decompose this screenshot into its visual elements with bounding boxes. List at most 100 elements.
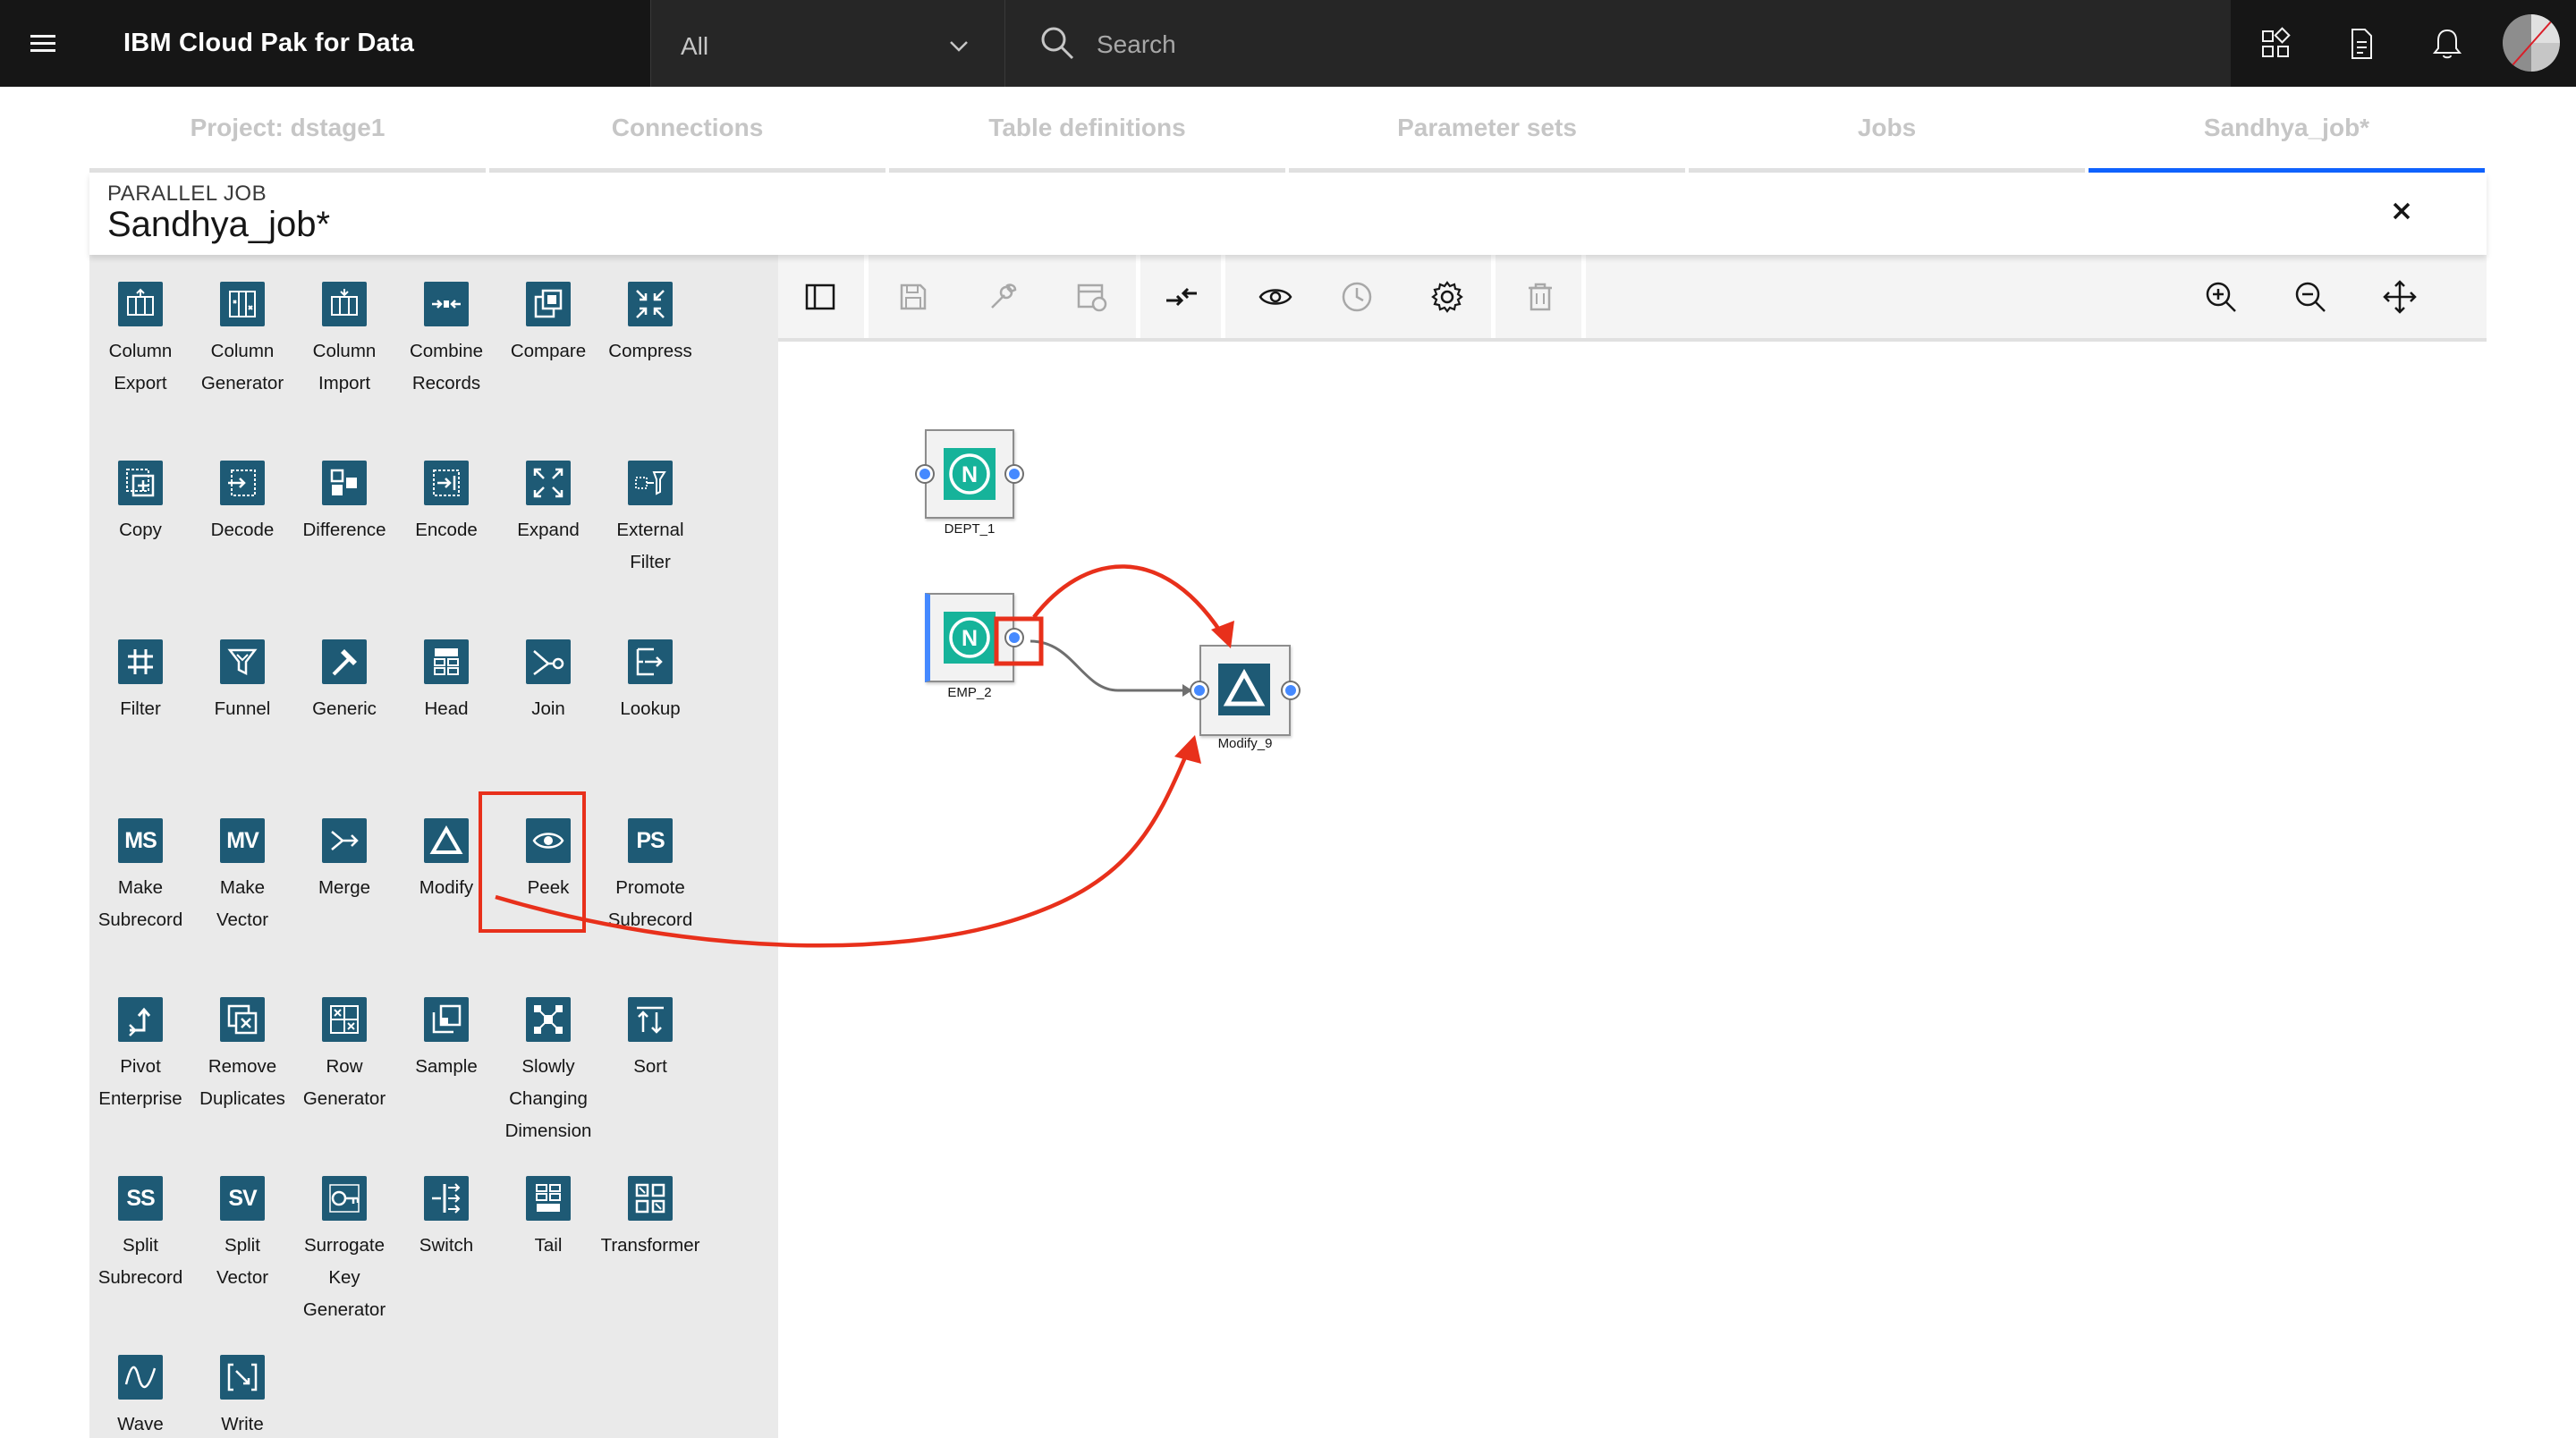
connector-letter: N <box>962 626 978 651</box>
tab-sandhya-job[interactable]: Sandhya_job* <box>2089 87 2485 173</box>
palette-item-compress[interactable]: Compress <box>599 282 701 368</box>
palette-item-column-export[interactable]: Column Export <box>89 282 191 400</box>
palette-item-filter[interactable]: Filter <box>89 639 191 725</box>
tab-table-definitions[interactable]: Table definitions <box>889 87 1285 173</box>
palette-item-label: Decode <box>210 520 275 540</box>
output-port[interactable] <box>1006 466 1022 482</box>
tab-jobs[interactable]: Jobs <box>1689 87 2085 173</box>
output-port[interactable] <box>1283 682 1299 698</box>
output-port[interactable] <box>1006 630 1022 646</box>
column-import-icon <box>322 282 367 326</box>
view-button[interactable] <box>1253 275 1298 319</box>
palette-item-label: Pivot <box>120 1056 161 1077</box>
palette-item-label: Column <box>210 341 275 361</box>
toggle-palette-button[interactable] <box>798 275 843 319</box>
palette-item-sample[interactable]: Sample <box>395 997 497 1083</box>
palette-item-slowly-changing-dimension[interactable]: Slowly Changing Dimension <box>497 997 599 1147</box>
close-icon <box>2393 202 2411 220</box>
tab-parameter-sets[interactable]: Parameter sets <box>1289 87 1685 173</box>
zoom-out-button[interactable] <box>2288 275 2333 319</box>
input-port[interactable] <box>917 466 933 482</box>
link-emp2-modify9[interactable] <box>1030 639 1189 692</box>
delete-button[interactable] <box>1518 275 1563 319</box>
stage-node-modify-9[interactable] <box>1199 645 1291 736</box>
palette-item-write[interactable]: Write <box>191 1355 293 1438</box>
palette-item-funnel[interactable]: Funnel <box>191 639 293 725</box>
scope-dropdown[interactable]: All <box>650 0 1005 87</box>
flow-canvas[interactable]: N DEPT_1 N EMP_2 Modify_9 <box>778 342 2487 1438</box>
close-button[interactable] <box>2379 189 2424 233</box>
palette-item-label: Changing <box>509 1088 588 1109</box>
palette-item-split-vector[interactable]: SV Split Vector <box>191 1176 293 1294</box>
palette-item-column-import[interactable]: Column Import <box>293 282 395 400</box>
join-icon <box>526 639 571 684</box>
product-name[interactable]: IBM Cloud Pak for Data <box>123 0 414 87</box>
notifications-button[interactable] <box>2404 0 2490 87</box>
search-bar <box>1005 0 2231 87</box>
link-layer <box>1030 639 1192 697</box>
palette-item-label: Subrecord <box>607 909 693 930</box>
tab-project[interactable]: Project: dstage1 <box>89 87 486 173</box>
remove-duplicates-icon <box>220 997 265 1042</box>
palette-item-difference[interactable]: Difference <box>293 461 395 546</box>
stage-node-dept-1[interactable]: N <box>925 429 1014 519</box>
palette-item-copy[interactable]: Copy <box>89 461 191 546</box>
job-title: Sandhya_job* <box>107 205 331 244</box>
palette-item-expand[interactable]: Expand <box>497 461 599 546</box>
settings-button[interactable] <box>1425 275 1470 319</box>
palette-item-surrogate-key-generator[interactable]: Surrogate Key Generator <box>293 1176 395 1326</box>
transformer-icon <box>628 1176 673 1221</box>
palette-item-promote-subrecord[interactable]: PS Promote Subrecord <box>599 818 701 936</box>
modify-icon <box>424 818 469 863</box>
search-input[interactable] <box>1095 18 2172 72</box>
toolbar-separator <box>1221 255 1225 338</box>
palette-item-join[interactable]: Join <box>497 639 599 725</box>
palette-item-row-generator[interactable]: Row Generator <box>293 997 395 1115</box>
palette-item-lookup[interactable]: Lookup <box>599 639 701 725</box>
schedule-button[interactable] <box>1070 275 1114 319</box>
auto-arrange-button[interactable] <box>1159 275 1204 319</box>
palette-item-label: Row <box>326 1056 363 1077</box>
apps-button[interactable] <box>2233 0 2318 87</box>
palette-item-switch[interactable]: Switch <box>395 1176 497 1262</box>
compile-button[interactable] <box>980 275 1025 319</box>
palette-item-sort[interactable]: Sort <box>599 997 701 1083</box>
fit-to-screen-button[interactable] <box>2377 275 2422 319</box>
documentation-button[interactable] <box>2318 0 2404 87</box>
zoom-in-button[interactable] <box>2199 275 2243 319</box>
palette-item-decode[interactable]: Decode <box>191 461 293 546</box>
palette-item-transformer[interactable]: Transformer <box>599 1176 701 1262</box>
palette-item-combine-records[interactable]: Combine Records <box>395 282 497 400</box>
palette-item-external-filter[interactable]: External Filter <box>599 461 701 579</box>
palette-item-compare[interactable]: Compare <box>497 282 599 368</box>
wrench-icon <box>991 283 1017 309</box>
wave-icon <box>118 1355 163 1400</box>
palette-item-label: Copy <box>119 520 162 540</box>
run-history-button[interactable] <box>1335 275 1379 319</box>
palette-item-remove-duplicates[interactable]: Remove Duplicates <box>191 997 293 1115</box>
split-subrecord-icon: SS <box>118 1176 163 1221</box>
palette-item-label: Enterprise <box>98 1088 182 1109</box>
merge-icon <box>322 818 367 863</box>
palette-item-pivot-enterprise[interactable]: Pivot Enterprise <box>89 997 191 1115</box>
palette-item-wave[interactable]: Wave <box>89 1355 191 1438</box>
palette-item-head[interactable]: Head <box>395 639 497 725</box>
notification-icon <box>2432 29 2462 58</box>
palette-item-label: Vector <box>216 1267 269 1288</box>
user-avatar[interactable] <box>2503 14 2560 72</box>
sidebar-toggle-icon <box>805 283 835 310</box>
palette-item-column-generator[interactable]: Column Generator <box>191 282 293 400</box>
palette-item-make-subrecord[interactable]: MS Make Subrecord <box>89 818 191 936</box>
palette-item-merge[interactable]: Merge <box>293 818 395 904</box>
stage-node-emp-2[interactable]: N <box>925 593 1014 682</box>
palette-item-label: Sort <box>633 1056 667 1077</box>
tab-connections[interactable]: Connections <box>489 87 886 173</box>
palette-item-make-vector[interactable]: MV Make Vector <box>191 818 293 936</box>
palette-item-encode[interactable]: Encode <box>395 461 497 546</box>
input-port[interactable] <box>1191 682 1208 698</box>
save-button[interactable] <box>891 275 936 319</box>
menu-icon[interactable] <box>16 16 70 70</box>
palette-item-tail[interactable]: Tail <box>497 1176 599 1262</box>
palette-item-split-subrecord[interactable]: SS Split Subrecord <box>89 1176 191 1294</box>
palette-item-generic[interactable]: Generic <box>293 639 395 725</box>
